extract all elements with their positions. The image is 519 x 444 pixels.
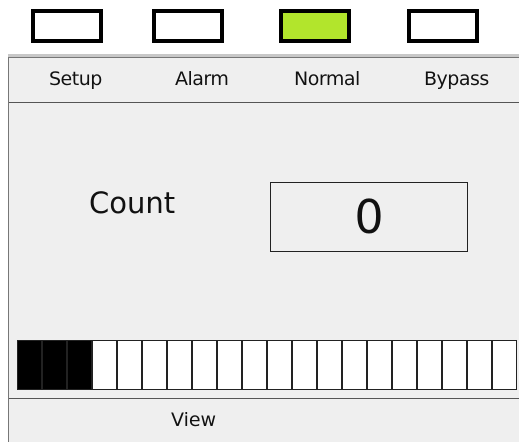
level-bar <box>17 340 517 390</box>
level-segment <box>192 340 217 390</box>
level-segment <box>492 340 517 390</box>
tab-alarm[interactable]: Alarm <box>175 68 229 90</box>
level-segment <box>142 340 167 390</box>
level-segment <box>167 340 192 390</box>
level-segment <box>392 340 417 390</box>
count-value-display: 0 <box>270 182 468 252</box>
tab-bar: Setup Alarm Normal Bypass <box>9 58 519 103</box>
level-segment <box>17 340 42 390</box>
tab-setup[interactable]: Setup <box>49 68 102 90</box>
level-segment <box>217 340 242 390</box>
level-segment <box>367 340 392 390</box>
level-segment <box>242 340 267 390</box>
level-segment <box>342 340 367 390</box>
tab-bypass[interactable]: Bypass <box>424 68 489 90</box>
level-segment <box>317 340 342 390</box>
alarm-status-indicator <box>152 9 224 43</box>
level-segment <box>67 340 92 390</box>
level-segment <box>267 340 292 390</box>
level-segment <box>467 340 492 390</box>
normal-status-indicator <box>279 9 351 43</box>
level-segment <box>442 340 467 390</box>
main-panel: Setup Alarm Normal Bypass Count 0 View <box>8 57 519 442</box>
level-segment <box>417 340 442 390</box>
level-segment <box>42 340 67 390</box>
setup-status-indicator <box>31 9 103 43</box>
footer-bar: View <box>9 398 519 444</box>
tab-normal[interactable]: Normal <box>294 68 360 90</box>
bypass-status-indicator <box>407 9 479 43</box>
view-button[interactable]: View <box>171 409 216 431</box>
level-segment <box>92 340 117 390</box>
level-segment <box>117 340 142 390</box>
level-segment <box>292 340 317 390</box>
count-label: Count <box>89 186 176 220</box>
